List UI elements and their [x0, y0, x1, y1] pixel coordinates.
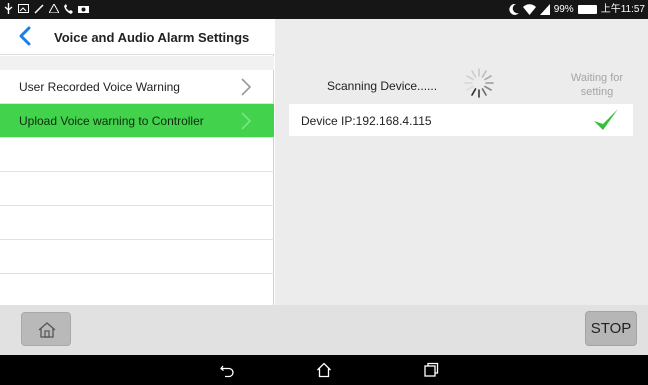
battery-percent: 99%	[553, 4, 574, 15]
phone-icon	[64, 3, 73, 14]
list-row-empty	[0, 206, 274, 240]
warning-icon	[49, 4, 59, 13]
menu-item-user-recorded-voice-warning[interactable]: User Recorded Voice Warning	[0, 70, 274, 104]
moon-icon	[509, 4, 519, 15]
menu-item-upload-voice-warning[interactable]: Upload Voice warning to Controller	[0, 104, 274, 138]
notification-icons	[4, 3, 89, 14]
gallery-icon	[18, 4, 29, 13]
status-bar: 99% 上午11:57	[0, 0, 648, 19]
system-status: 99% 上午11:57	[509, 3, 645, 16]
page-title: Voice and Audio Alarm Settings	[54, 30, 250, 45]
list-row-empty	[0, 172, 274, 206]
back-arrow-icon[interactable]	[18, 26, 32, 46]
chevron-right-icon	[241, 78, 252, 96]
checkmark-icon	[594, 109, 618, 130]
camera-icon	[78, 6, 89, 13]
menu-item-label: Upload Voice warning to Controller	[19, 114, 204, 128]
list-row-empty	[0, 138, 274, 172]
device-list-item[interactable]: Device IP:192.168.4.115	[289, 104, 633, 136]
chevron-right-icon	[241, 112, 252, 130]
waiting-status-text: Waiting for setting	[570, 72, 624, 98]
list-row-empty	[0, 274, 274, 308]
bottom-toolbar: STOP	[0, 305, 648, 355]
wifi-icon	[522, 4, 536, 15]
system-navigation-bar	[0, 355, 648, 385]
menu-item-label: User Recorded Voice Warning	[19, 80, 180, 94]
home-button[interactable]	[21, 312, 71, 346]
signal-icon	[539, 4, 550, 15]
device-ip-label: Device IP:192.168.4.115	[301, 114, 432, 128]
tools-icon	[34, 3, 44, 14]
device-scan-panel: Scanning Device...... Waiting for settin…	[275, 19, 648, 305]
clock: 上午11:57	[600, 4, 645, 15]
list-row-empty	[0, 240, 274, 274]
scanning-status-text: Scanning Device......	[327, 79, 438, 93]
usb-icon	[4, 3, 13, 14]
home-icon	[38, 322, 56, 338]
loading-spinner-icon	[464, 68, 494, 98]
header-bar: Voice and Audio Alarm Settings	[0, 19, 274, 55]
stop-button[interactable]: STOP	[585, 311, 637, 346]
section-spacer	[0, 56, 274, 70]
battery-icon	[577, 5, 597, 14]
home-nav-icon[interactable]	[316, 362, 332, 378]
settings-menu-panel: Voice and Audio Alarm Settings User Reco…	[0, 19, 274, 305]
back-icon[interactable]	[219, 362, 235, 378]
recent-apps-icon[interactable]	[423, 362, 439, 378]
